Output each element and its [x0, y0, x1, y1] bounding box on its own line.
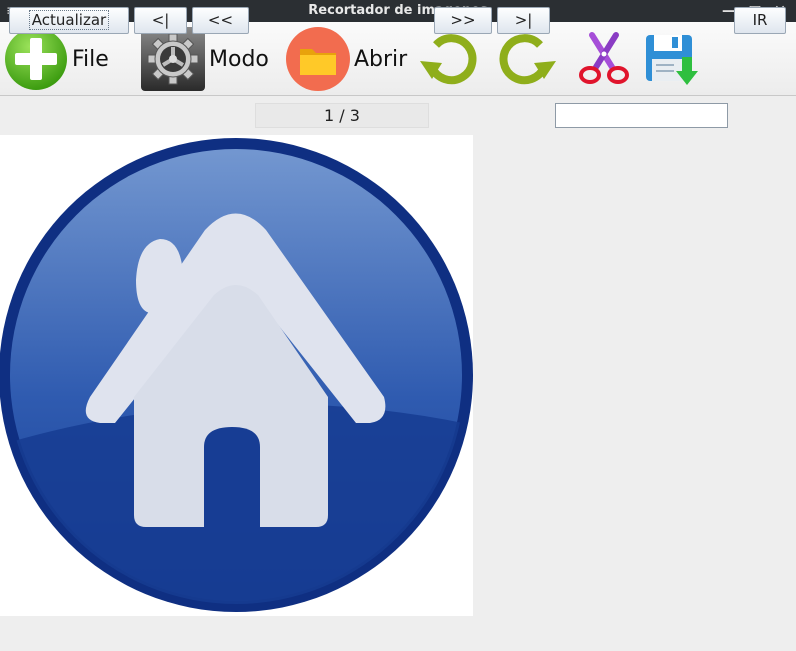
rotate-right-icon — [499, 34, 556, 85]
page-indicator: 1 / 3 — [255, 103, 429, 128]
scissors-icon — [579, 32, 629, 84]
goto-page-input[interactable] — [555, 103, 728, 128]
prev-page-button[interactable]: << — [192, 7, 249, 34]
file-button[interactable]: File — [4, 26, 109, 92]
image-canvas[interactable] — [0, 135, 473, 616]
first-page-button[interactable]: <| — [134, 7, 187, 34]
add-icon — [5, 28, 67, 90]
last-page-button[interactable]: >| — [497, 7, 550, 34]
rotate-left-icon — [420, 34, 477, 85]
save-button[interactable] — [638, 26, 702, 92]
next-page-button[interactable]: >> — [434, 7, 492, 34]
gear-icon — [141, 27, 205, 91]
refresh-label: Actualizar — [28, 10, 110, 30]
open-button[interactable]: Abrir — [286, 26, 407, 92]
home-icon — [0, 138, 473, 612]
go-button[interactable]: IR — [734, 7, 786, 34]
rotate-right-button[interactable] — [494, 26, 558, 92]
cut-button[interactable] — [572, 26, 636, 92]
open-label: Abrir — [354, 46, 408, 72]
refresh-button[interactable]: Actualizar — [9, 7, 129, 34]
mode-label: Modo — [209, 46, 269, 72]
rotate-left-button[interactable] — [418, 26, 482, 92]
folder-icon — [286, 27, 350, 91]
save-icon — [646, 35, 698, 85]
mode-button[interactable]: Modo — [141, 26, 269, 92]
file-label: File — [72, 46, 109, 72]
